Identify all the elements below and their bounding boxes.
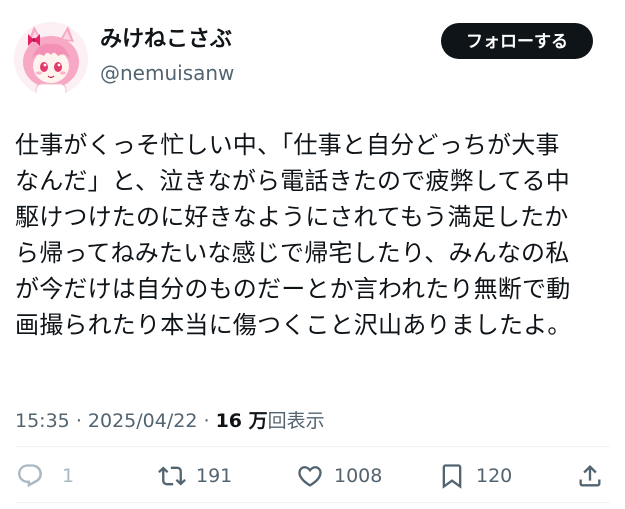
- tweet-text-line: 仕事がくっそ忙しい中、「仕事と自分どっちが大事: [15, 131, 560, 159]
- follow-button[interactable]: フォローする: [441, 23, 593, 59]
- reply-count: 1: [62, 465, 75, 487]
- share-button[interactable]: [576, 458, 604, 494]
- user-handle[interactable]: @nemuisanw: [100, 60, 234, 86]
- retweet-count: 191: [196, 465, 233, 487]
- display-name[interactable]: みけねこさぶ: [100, 26, 234, 54]
- retweet-icon: [158, 466, 186, 486]
- views-count: 16 万: [215, 410, 268, 432]
- like-button[interactable]: 1008: [296, 458, 382, 494]
- meta-separator: ·: [203, 410, 210, 432]
- divider: [15, 446, 610, 447]
- avatar-illustration: [14, 22, 88, 96]
- tweet-text-line: が今だけは自分のものだーとか言われたり無断で動: [15, 275, 571, 303]
- bookmark-count: 120: [476, 465, 513, 487]
- avatar[interactable]: [14, 22, 88, 96]
- divider: [15, 502, 610, 503]
- tweet-meta: 15:35 · 2025/04/22 · 16 万回表示: [15, 408, 325, 434]
- tweet-date[interactable]: 2025/04/22: [88, 410, 198, 432]
- bookmark-button[interactable]: 120: [438, 458, 512, 494]
- heart-icon: [298, 466, 322, 487]
- tweet-text-line: 駆けつけたのに好きなようにされてもう満足したか: [15, 203, 569, 231]
- tweet-text: 仕事がくっそ忙しい中、「仕事と自分どっちが大事 なんだ」と、泣きながら電話きたの…: [15, 127, 613, 343]
- tweet-time[interactable]: 15:35: [15, 410, 70, 432]
- tweet-text-line: ら帰ってねみたいな感じで帰宅したり、みんなの私: [15, 239, 570, 267]
- like-count: 1008: [334, 465, 383, 487]
- bookmark-icon: [442, 464, 462, 489]
- retweet-button[interactable]: 191: [158, 458, 232, 494]
- tweet-text-line: なんだ」と、泣きながら電話きたので疲弊してる中: [15, 167, 570, 195]
- user-info: みけねこさぶ @nemuisanw: [100, 26, 234, 86]
- share-icon: [579, 465, 601, 487]
- meta-separator: ·: [75, 410, 82, 432]
- tweet-text-line: 画撮られたり本当に傷つくこと沢山ありましたよ。: [15, 311, 572, 339]
- views-label: 回表示: [267, 410, 325, 432]
- reply-button[interactable]: 1: [16, 458, 74, 494]
- reply-icon: [18, 464, 42, 488]
